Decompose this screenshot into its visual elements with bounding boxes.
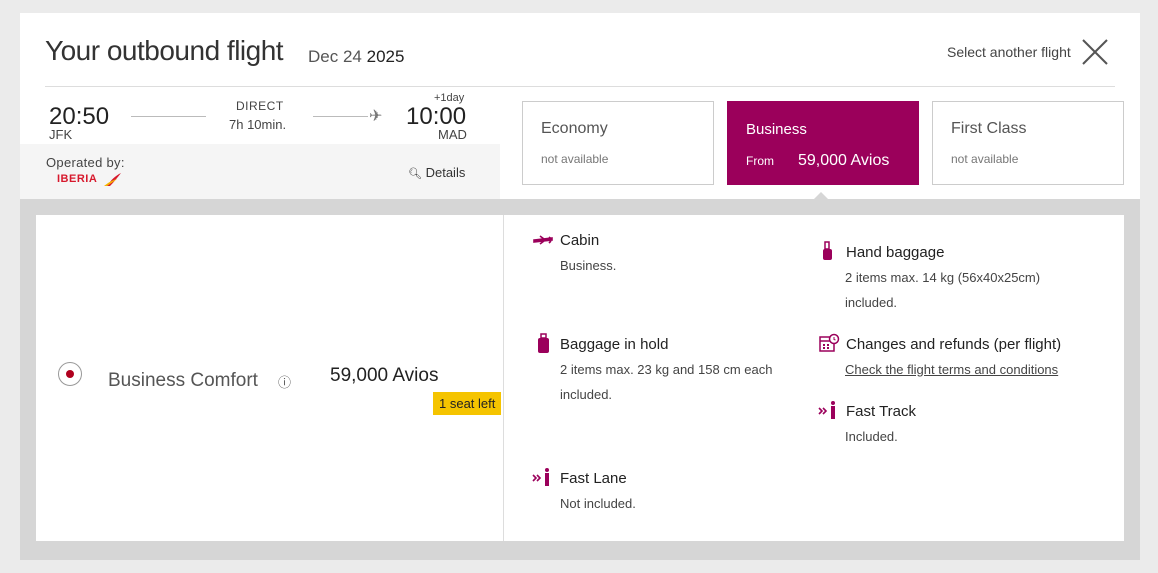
hold-baggage-sub1: 2 items max. 23 kg and 158 cm each [560, 362, 773, 377]
tab-first-class[interactable]: First Class not available [932, 101, 1124, 185]
magnifier-icon: 🔍︎ [408, 168, 422, 180]
tab-business[interactable]: Business From 59,000 Avios [727, 101, 919, 185]
route-line-right [313, 116, 368, 117]
tab-economy-name: Economy [541, 120, 608, 137]
hand-baggage-icon [823, 241, 832, 260]
tab-first-status: not available [951, 152, 1019, 166]
radio-selected-dot [66, 370, 74, 378]
hold-baggage-icon [538, 333, 549, 353]
seats-left-badge: 1 seat left [433, 392, 502, 415]
changes-refunds-title: Changes and refunds (per flight) [846, 336, 1062, 353]
cabin-sub: Business. [560, 258, 617, 273]
departure-airport: JFK [49, 127, 73, 142]
flight-duration: 7h 10min. [229, 117, 287, 132]
flight-type: DIRECT [236, 99, 284, 113]
calendar-clock-icon [819, 333, 840, 352]
tab-business-price: 59,000 Avios [798, 152, 890, 169]
cabin-title: Cabin [560, 232, 600, 249]
cabin-seat-icon [533, 235, 553, 245]
fare-price: 59,000 Avios [330, 365, 439, 386]
tab-economy-status: not available [541, 152, 609, 166]
fare-name: Business Comfort [108, 370, 258, 391]
iberia-logo: IBERIA [57, 173, 121, 186]
tab-pointer [813, 192, 829, 200]
fast-lane-sub: Not included. [560, 496, 636, 511]
page-title: Your outbound flight [45, 35, 284, 66]
tab-first-name: First Class [951, 120, 1027, 137]
route-line-left [131, 116, 206, 117]
fast-track-title: Fast Track [846, 403, 917, 420]
fast-lane-title: Fast Lane [560, 470, 627, 487]
tab-business-from: From [746, 154, 774, 168]
hold-baggage-title: Baggage in hold [560, 336, 669, 353]
iberia-logo-text: IBERIA [57, 173, 97, 185]
details-button[interactable]: 🔍︎ Details [408, 165, 465, 180]
fare-details-inner: Business Comfort ⓘ 59,000 Avios 1 seat l… [36, 215, 1124, 541]
select-another-flight-link[interactable]: Select another flight [947, 44, 1071, 60]
fast-lane-icon [532, 468, 549, 486]
flight-times: 20:50 JFK DIRECT 7h 10min. ✈ +1day 10:00… [20, 87, 500, 144]
details-label: Details [425, 165, 466, 180]
fare-divider [503, 215, 504, 541]
fast-track-icon [818, 401, 835, 419]
info-icon[interactable]: ⓘ [278, 372, 291, 391]
close-icon[interactable] [1080, 37, 1110, 67]
fare-radio[interactable] [58, 362, 82, 386]
date-month-day: Dec 24 [308, 47, 362, 66]
arrival-airport: MAD [438, 127, 467, 142]
hand-baggage-title: Hand baggage [846, 244, 945, 261]
tab-business-name: Business [746, 121, 807, 138]
flight-summary: 20:50 JFK DIRECT 7h 10min. ✈ +1day 10:00… [20, 87, 500, 199]
date-year: 2025 [366, 47, 405, 66]
operated-by-section: Operated by: IBERIA 🔍︎ Details [20, 144, 500, 199]
flight-card: Your outbound flight Dec 24 2025 Select … [20, 13, 1140, 560]
hand-baggage-sub1: 2 items max. 14 kg (56x40x25cm) [845, 270, 1041, 285]
hand-baggage-sub2: included. [845, 295, 898, 310]
plane-icon: ✈ [369, 108, 383, 125]
fare-details-panel: Business Comfort ⓘ 59,000 Avios 1 seat l… [20, 199, 1140, 560]
terms-conditions-link[interactable]: Check the flight terms and conditions [845, 357, 1058, 382]
operated-by-label: Operated by: [46, 155, 125, 170]
flight-date: Dec 24 2025 [308, 47, 404, 67]
fast-track-sub: Included. [845, 429, 898, 444]
hold-baggage-sub2: included. [560, 387, 613, 402]
tab-economy[interactable]: Economy not available [522, 101, 714, 185]
